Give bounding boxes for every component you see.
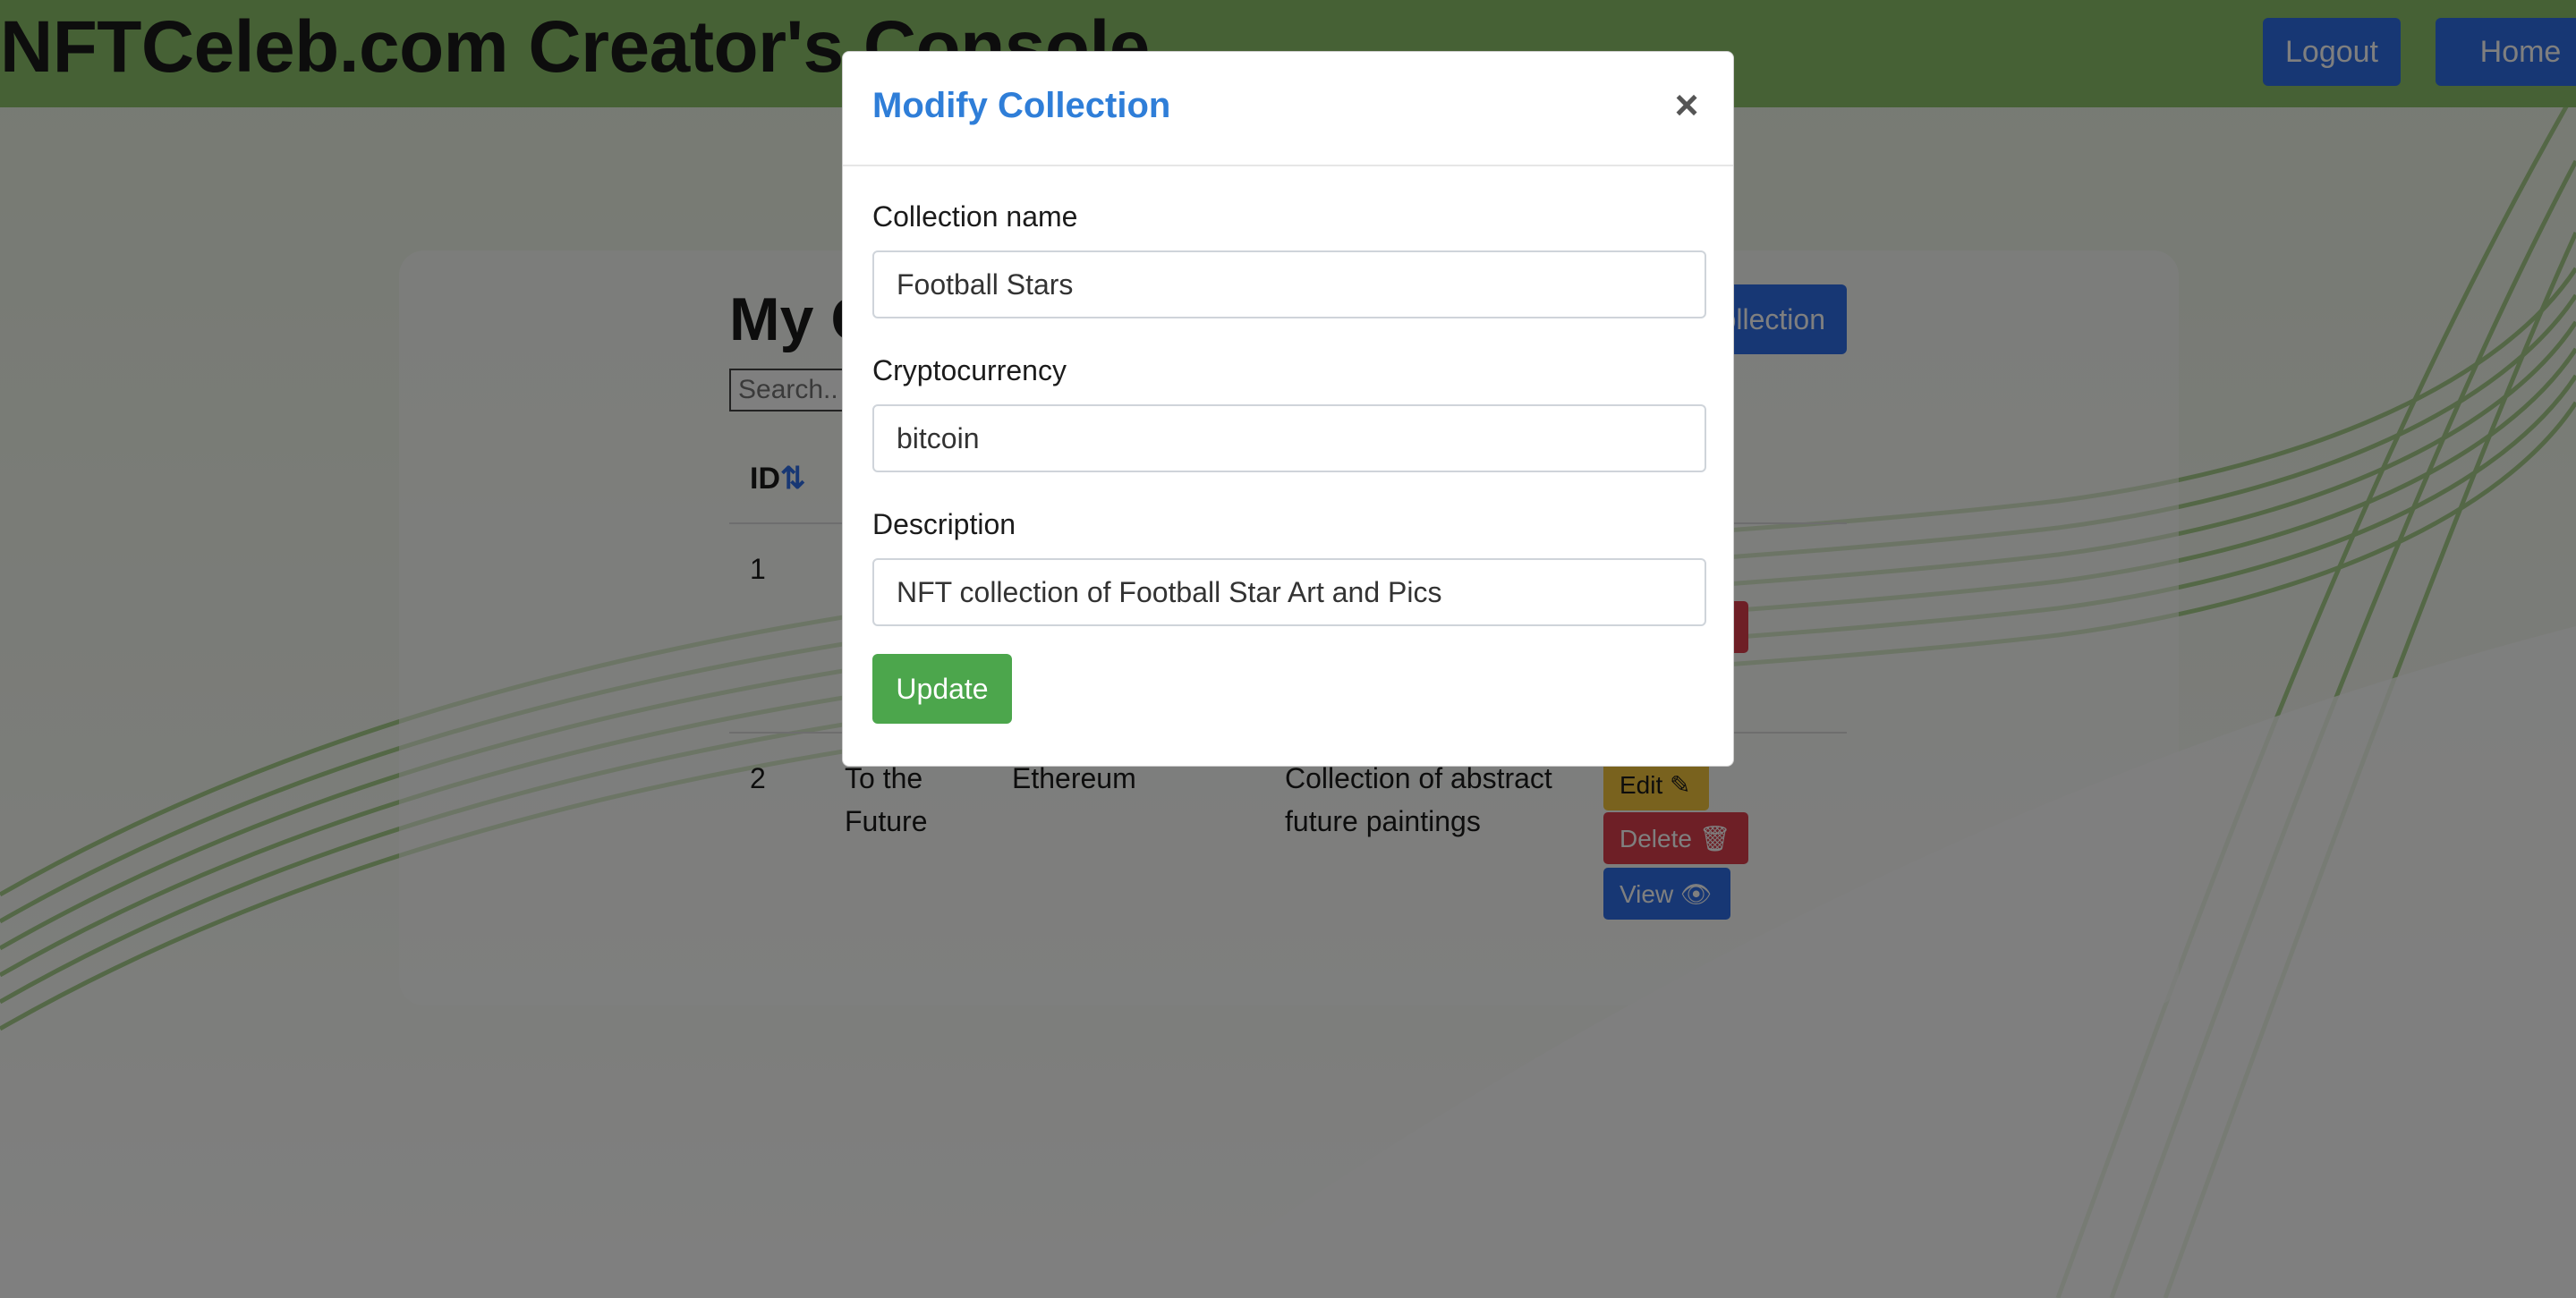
description-input[interactable] bbox=[872, 558, 1706, 626]
description-label: Description bbox=[872, 508, 1016, 540]
close-icon[interactable]: × bbox=[1667, 82, 1706, 127]
modal-header: Modify Collection × bbox=[843, 52, 1733, 166]
collection-name-label: Collection name bbox=[872, 200, 1078, 233]
modify-collection-modal: Modify Collection × Collection name Cryp… bbox=[842, 51, 1734, 767]
modal-title: Modify Collection bbox=[872, 86, 1171, 125]
cryptocurrency-label: Cryptocurrency bbox=[872, 354, 1067, 386]
cryptocurrency-input[interactable] bbox=[872, 404, 1706, 472]
update-button[interactable]: Update bbox=[872, 654, 1012, 724]
collection-name-input[interactable] bbox=[872, 250, 1706, 318]
